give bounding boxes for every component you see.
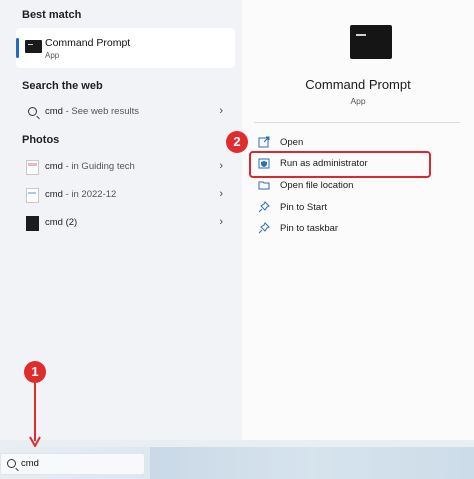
photo-thumbnail-icon: [26, 160, 39, 175]
photo-name: cmd: [45, 161, 63, 172]
action-label: Pin to taskbar: [280, 223, 339, 234]
photo-name: cmd (2): [45, 217, 78, 228]
best-match-subtitle: App: [45, 51, 60, 60]
photo-result-item[interactable]: cmd - in 2022-12 ›: [16, 184, 235, 206]
pin-icon: [258, 201, 270, 213]
search-icon: [7, 459, 16, 468]
web-query: cmd: [45, 106, 63, 117]
command-prompt-large-icon: [350, 25, 392, 59]
search-input[interactable]: [21, 456, 136, 471]
step-2-badge: 2: [226, 131, 248, 153]
photo-detail: - in Guiding tech: [62, 161, 135, 172]
photo-result-label: cmd (2): [45, 217, 77, 228]
photos-header: Photos: [22, 134, 60, 146]
action-label: Open: [280, 137, 304, 148]
taskbar-search-box[interactable]: [0, 453, 145, 475]
photo-result-item[interactable]: cmd - in Guiding tech ›: [16, 156, 235, 178]
chevron-right-icon[interactable]: ›: [219, 105, 223, 117]
search-web-header: Search the web: [22, 80, 103, 92]
photo-result-label: cmd - in 2022-12: [45, 189, 116, 200]
detail-divider: [254, 122, 460, 123]
photo-result-label: cmd - in Guiding tech: [45, 161, 135, 172]
step-1-badge: 1: [24, 361, 46, 383]
best-match-header: Best match: [22, 9, 82, 21]
open-icon: [258, 136, 270, 148]
run-as-admin-highlight: [249, 151, 431, 178]
action-label: Pin to Start: [280, 202, 327, 213]
chevron-right-icon[interactable]: ›: [219, 188, 223, 200]
best-match-title: Command Prompt: [45, 37, 131, 49]
selection-accent: [16, 38, 19, 58]
detail-title: Command Prompt: [305, 77, 411, 92]
detail-pane: [242, 0, 474, 440]
photo-thumbnail-icon: [26, 216, 39, 231]
photo-detail: - in 2022-12: [62, 189, 117, 200]
chevron-right-icon[interactable]: ›: [219, 216, 223, 228]
photo-thumbnail-icon: [26, 188, 39, 203]
best-match-item[interactable]: Command Prompt App: [16, 28, 235, 68]
action-label: Open file location: [280, 180, 354, 191]
photo-name: cmd: [45, 189, 63, 200]
chevron-right-icon[interactable]: ›: [219, 160, 223, 172]
pin-icon: [258, 222, 270, 234]
web-result-label: cmd - See web results: [45, 106, 139, 117]
photo-result-item[interactable]: cmd (2) ›: [16, 212, 235, 234]
arrow-down-icon: [29, 383, 41, 449]
search-icon: [28, 107, 37, 116]
web-suffix: - See web results: [62, 106, 139, 117]
command-prompt-icon: [25, 40, 42, 53]
folder-icon: [258, 181, 270, 190]
detail-subtitle: App: [350, 96, 366, 106]
web-result-item[interactable]: cmd - See web results ›: [16, 101, 235, 123]
taskbar-background: [150, 447, 474, 479]
